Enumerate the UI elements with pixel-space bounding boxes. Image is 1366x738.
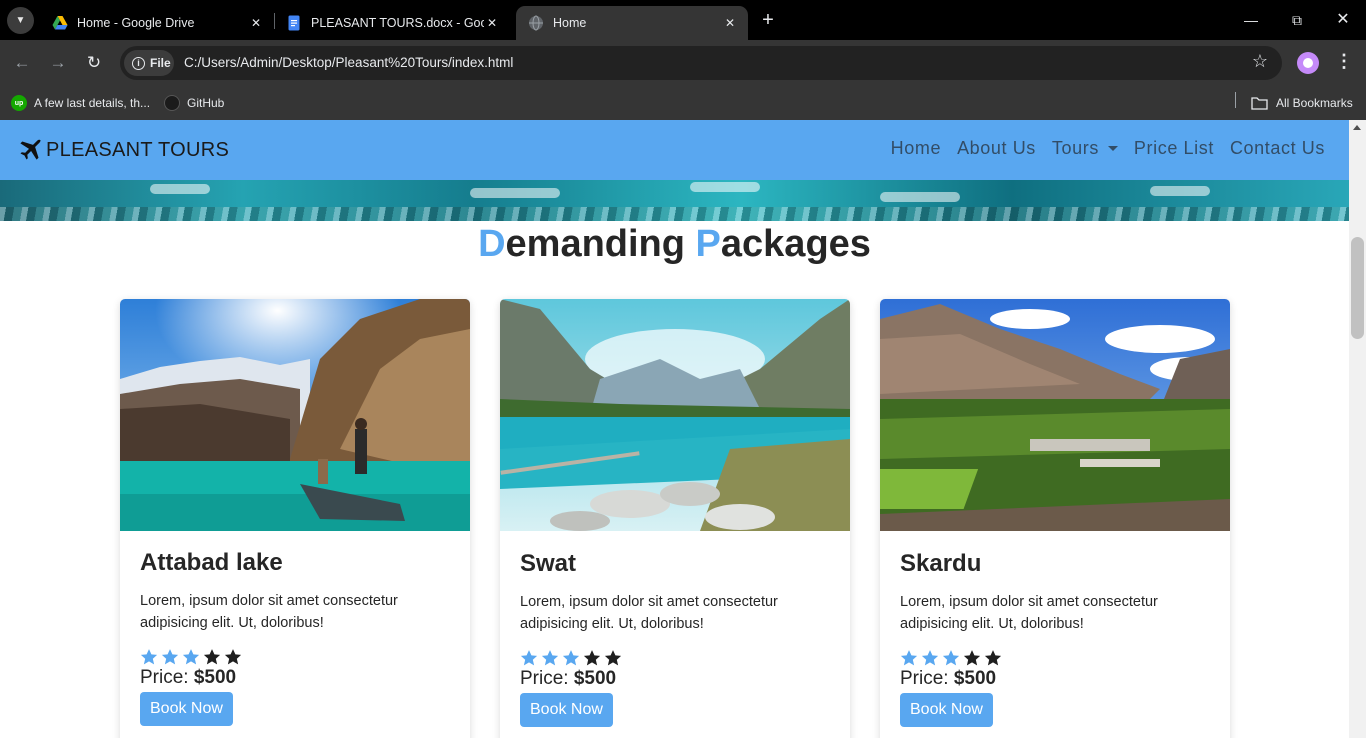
card-title: Attabad lake	[140, 549, 283, 576]
card-text: Lorem, ipsum dolor sit amet consectetur …	[900, 594, 1158, 632]
package-card-attabad: Attabad lake Lorem, ipsum dolor sit amet…	[120, 299, 470, 738]
nav-contact-us[interactable]: Contact Us	[1230, 138, 1325, 159]
site-navbar: PLEASANT TOURS Home About Us Tours Price…	[0, 120, 1349, 180]
star-dark-icon	[604, 650, 622, 666]
nav-price-list[interactable]: Price List	[1134, 138, 1214, 159]
star-filled-icon	[541, 650, 559, 666]
bookmark-star-icon[interactable]: ☆	[1252, 51, 1268, 72]
chip-label: File	[150, 56, 171, 70]
star-filled-icon	[921, 650, 939, 666]
tab-google-drive[interactable]: Home - Google Drive ✕	[40, 6, 274, 40]
skardu-image	[880, 299, 1230, 531]
card-title: Skardu	[900, 550, 982, 577]
rating-stars	[520, 649, 830, 668]
book-now-button[interactable]: Book Now	[520, 693, 613, 727]
browser-menu-icon[interactable]: ⋮	[1334, 51, 1354, 72]
star-dark-icon	[984, 650, 1002, 666]
google-docs-icon	[288, 15, 300, 31]
tab-bar: ▼ Home - Google Drive ✕ PLEASANT TOURS.d…	[0, 0, 1366, 40]
star-dark-icon	[224, 649, 242, 665]
all-bookmarks[interactable]: All Bookmarks	[1251, 92, 1353, 114]
bookmark-github[interactable]: GitHub	[164, 92, 224, 114]
tab-title: PLEASANT TOURS.docx - Goog	[311, 16, 484, 30]
nav-tours-dropdown[interactable]: Tours	[1052, 138, 1118, 159]
globe-icon	[529, 15, 543, 31]
folder-icon	[1251, 97, 1268, 110]
url-text[interactable]: C:/Users/Admin/Desktop/Pleasant%20Tours/…	[184, 55, 513, 70]
star-filled-icon	[161, 649, 179, 665]
window-close-icon[interactable]: ✕	[1320, 8, 1366, 32]
star-filled-icon	[900, 650, 918, 666]
scroll-up-arrow-icon[interactable]	[1353, 125, 1361, 130]
star-dark-icon	[203, 649, 221, 665]
tab-close-icon[interactable]: ✕	[722, 16, 738, 30]
section-title: Demanding Packages	[478, 223, 871, 265]
hero-image-strip	[0, 180, 1349, 221]
github-icon	[164, 95, 180, 111]
caret-down-icon	[1107, 146, 1118, 151]
tab-title: Home	[553, 16, 587, 30]
card-text: Lorem, ipsum dolor sit amet consectetur …	[140, 593, 398, 631]
rating-stars	[900, 649, 1210, 668]
upwork-icon: up	[11, 95, 27, 111]
card-title: Swat	[520, 550, 577, 577]
nav-home[interactable]: Home	[891, 138, 941, 159]
page-viewport: PLEASANT TOURS Home About Us Tours Price…	[0, 120, 1366, 738]
bookmark-label: GitHub	[187, 96, 225, 110]
package-card-swat: Swat Lorem, ipsum dolor sit amet consect…	[500, 299, 850, 738]
card-text: Lorem, ipsum dolor sit amet consectetur …	[520, 594, 778, 632]
nav-links: Home About Us Tours Price List Contact U…	[891, 138, 1325, 159]
bookmarks-divider	[1235, 92, 1236, 108]
nav-about-us[interactable]: About Us	[957, 138, 1036, 159]
card-price: Price: $500	[900, 668, 997, 689]
forward-icon[interactable]: →	[46, 51, 70, 75]
star-filled-icon	[562, 650, 580, 666]
minimize-icon[interactable]: —	[1228, 8, 1274, 32]
book-now-button[interactable]: Book Now	[140, 692, 233, 726]
tab-close-icon[interactable]: ✕	[484, 16, 500, 30]
tab-close-icon[interactable]: ✕	[248, 16, 264, 30]
star-filled-icon	[140, 649, 158, 665]
brand-name: PLEASANT TOURS	[46, 138, 230, 161]
swat-image	[500, 299, 850, 531]
package-card-skardu: Skardu Lorem, ipsum dolor sit amet conse…	[880, 299, 1230, 738]
address-bar[interactable]: i File C:/Users/Admin/Desktop/Pleasant%2…	[120, 46, 1282, 80]
rating-stars	[140, 648, 450, 667]
all-bookmarks-label: All Bookmarks	[1276, 96, 1353, 110]
tab-home[interactable]: Home ✕	[516, 6, 748, 40]
site-info-chip[interactable]: i File	[124, 50, 174, 76]
card-price: Price: $500	[520, 668, 617, 689]
scroll-thumb[interactable]	[1351, 237, 1364, 339]
bookmark-label: A few last details, th...	[34, 96, 151, 110]
star-dark-icon	[963, 650, 981, 666]
star-filled-icon	[182, 649, 200, 665]
tab-title: Home - Google Drive	[77, 16, 195, 30]
tab-search-icon[interactable]: ▼	[7, 7, 34, 34]
reload-icon[interactable]: ↻	[82, 51, 106, 75]
star-filled-icon	[520, 650, 538, 666]
restore-icon[interactable]: ⧉	[1274, 8, 1320, 32]
site-brand[interactable]: PLEASANT TOURS	[18, 138, 229, 162]
airplane-icon	[20, 139, 41, 160]
star-filled-icon	[942, 650, 960, 666]
browser-toolbar: ← → ↻ i File C:/Users/Admin/Desktop/Plea…	[0, 40, 1366, 86]
google-drive-icon	[52, 16, 68, 30]
nav-tours-label: Tours	[1051, 138, 1099, 158]
book-now-button[interactable]: Book Now	[900, 693, 993, 727]
tab-pleasant-tours-docx[interactable]: PLEASANT TOURS.docx - Goog ✕	[274, 6, 510, 40]
page-scrollbar[interactable]	[1349, 120, 1366, 738]
profile-avatar-icon[interactable]	[1297, 52, 1319, 74]
bookmark-upwork[interactable]: up A few last details, th...	[11, 92, 150, 114]
attabad-lake-image	[120, 299, 470, 531]
new-tab-icon[interactable]: +	[756, 9, 780, 31]
info-icon: i	[132, 56, 145, 70]
star-dark-icon	[583, 650, 601, 666]
bookmarks-bar: up A few last details, th... GitHub All …	[0, 86, 1366, 120]
card-price: Price: $500	[140, 667, 237, 688]
back-icon[interactable]: ←	[10, 51, 34, 75]
